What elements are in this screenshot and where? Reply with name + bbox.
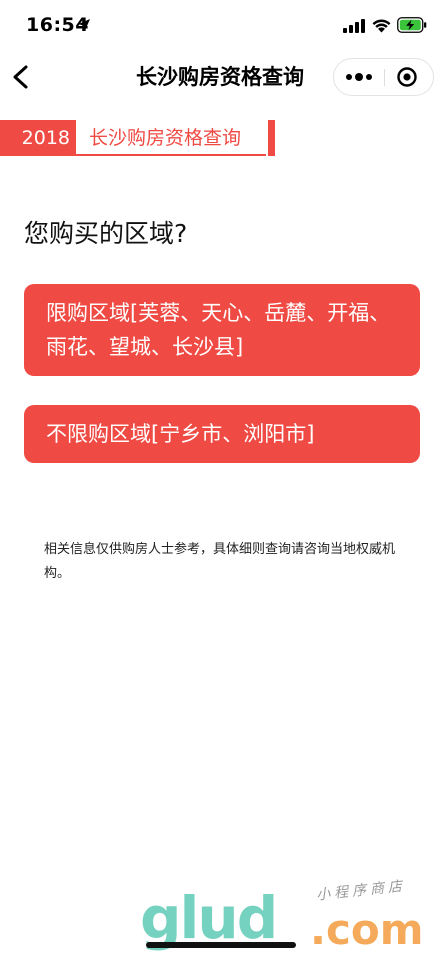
screen: 16:54 长沙购房资格查询 2018 长沙购房资格查询 您购买的区域? 限购区… [0, 0, 443, 960]
option-restricted-area-button[interactable]: 限购区域[芙蓉、天心、岳麓、开福、雨花、望城、长沙县] [24, 284, 420, 376]
signal-icon [343, 19, 365, 33]
disclaimer-text: 相关信息仅供购房人士参考，具体细则查询请咨询当地权威机构。 [44, 542, 396, 581]
wifi-icon [372, 19, 391, 33]
option-unrestricted-area-button[interactable]: 不限购区域[宁乡市、浏阳市] [24, 405, 420, 463]
battery-charging-icon [397, 17, 427, 33]
home-indicator[interactable] [146, 942, 296, 948]
page-title: 长沙购房资格查询 [136, 65, 304, 89]
watermark-suffix: .com [310, 905, 424, 954]
location-icon [78, 19, 90, 31]
watermark-tagline: 小程序商店 [315, 878, 407, 904]
nav-bar: 长沙购房资格查询 [0, 52, 443, 104]
capsule-divider [384, 69, 385, 86]
mini-program-capsule [333, 58, 434, 96]
watermark: glud .com 小程序商店 [140, 878, 440, 960]
banner-end-bar [268, 120, 275, 156]
close-mini-program-icon[interactable] [396, 66, 418, 88]
banner-title: 长沙购房资格查询 [89, 127, 242, 149]
banner-year: 2018 [0, 120, 76, 156]
header-banner: 2018 长沙购房资格查询 [0, 120, 443, 156]
status-bar: 16:54 [0, 0, 443, 52]
more-icon[interactable] [342, 67, 376, 87]
watermark-logo: glud [140, 884, 278, 952]
back-icon[interactable] [8, 62, 34, 92]
question-text: 您购买的区域? [24, 219, 188, 248]
